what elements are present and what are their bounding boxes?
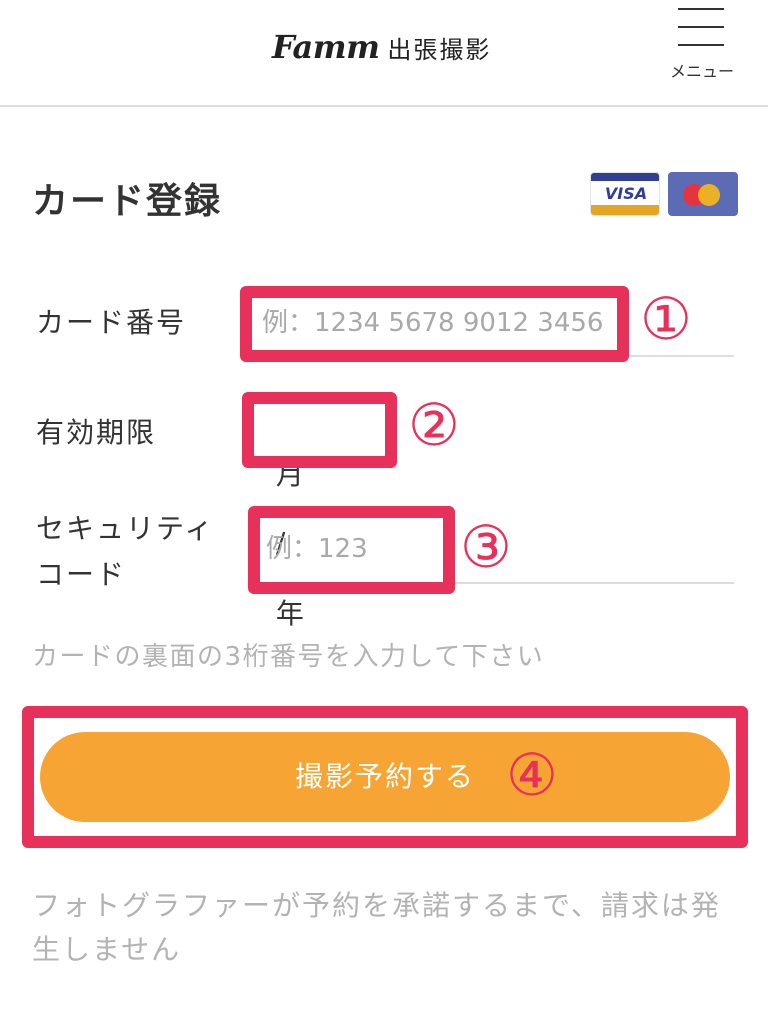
callout-number-4: ④: [506, 741, 558, 809]
callout-number-2: ②: [408, 391, 460, 459]
book-shoot-button-label: 撮影予約する: [294, 760, 475, 793]
callout-number-3: ③: [460, 513, 512, 581]
menu-button[interactable]: メニュー: [664, 0, 740, 100]
famm-logo[interactable]: Famm 出張撮影: [272, 28, 491, 72]
visa-stripe-bottom: [591, 205, 659, 215]
mastercard-icon: [668, 172, 738, 216]
callout-box-2: [242, 392, 397, 468]
callout-box-1: [240, 286, 629, 362]
callout-number-1: ①: [640, 285, 692, 353]
security-code-hint: カードの裏面の3桁番号を入力して下さい: [32, 642, 545, 672]
expiry-label: 有効期限: [36, 416, 157, 449]
visa-stripe-top: [591, 173, 659, 181]
service-name: 出張撮影: [387, 36, 492, 64]
card-number-label: カード番号: [36, 306, 187, 339]
book-shoot-button[interactable]: 撮影予約する: [40, 732, 730, 822]
hamburger-icon: [678, 8, 724, 10]
app-header: Famm 出張撮影 メニュー: [0, 0, 768, 107]
visa-icon: VISA: [590, 172, 660, 216]
brand-name: Famm: [272, 28, 380, 66]
callout-box-3: [248, 506, 455, 594]
page-title: カード登録: [32, 181, 223, 222]
expiry-year-select[interactable]: 年: [276, 597, 304, 630]
billing-note: フォトグラファーが予約を承諾するまで、請求は発生しません: [32, 889, 721, 966]
mastercard-yellow-circle: [698, 184, 720, 206]
security-code-label-line2: コード: [36, 558, 127, 591]
visa-wordmark: VISA: [604, 184, 648, 203]
hamburger-icon-bar: [678, 26, 724, 28]
hamburger-icon-bar: [678, 44, 724, 46]
menu-label: メニュー: [669, 62, 734, 81]
